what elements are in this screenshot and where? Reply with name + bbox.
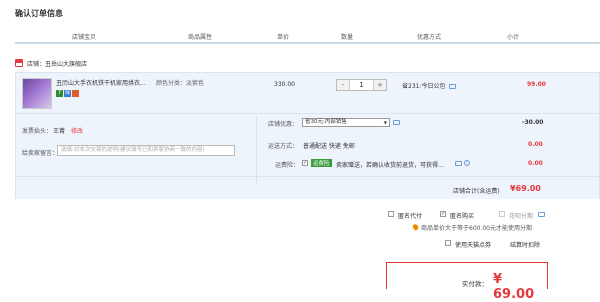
coupon-select[interactable]: 省30元:内部销售 [302, 118, 390, 127]
points-checkbox[interactable] [445, 240, 451, 246]
insurance-info-icon[interactable] [455, 161, 462, 166]
installment-info-icon[interactable] [538, 212, 545, 217]
installment-checkbox[interactable] [499, 211, 505, 217]
attr-label: 颜色分类： [156, 80, 187, 87]
shipping-value: 0.00 [528, 141, 543, 148]
quantity-stepper: - 1 + [336, 79, 387, 91]
col-header: 数量 [341, 34, 354, 41]
col-header: 单价 [277, 34, 290, 41]
seven-day-return-icon: 7 [56, 90, 63, 97]
product-name-link[interactable]: 丑历山大手衣机铁干机家用烘衣... [56, 78, 148, 87]
installment-notice: 商品单价大于等于600.00元才能使用分期 [421, 225, 532, 232]
pay-label: 实付款： [462, 280, 488, 288]
guarantee-icon: 保 [64, 90, 71, 97]
divider [15, 176, 600, 177]
shop-name-link[interactable]: 丑岳山大旗舰店 [45, 59, 87, 68]
qty-input[interactable]: 1 [349, 80, 374, 90]
message-input[interactable]: 选填:对本次交易的说明(建议填写已和卖家协商一致的内容) [57, 145, 235, 156]
anon-pay-checkbox[interactable] [388, 211, 394, 217]
divider [256, 116, 257, 184]
info-icon[interactable] [449, 84, 457, 89]
invoice-edit-link[interactable]: 修改 [71, 126, 83, 135]
pay-amount: ¥ 69.00 [493, 272, 535, 302]
shop-icon [15, 59, 23, 67]
qty-plus-button[interactable]: + [374, 80, 386, 90]
shop-total-value: ¥69.00 [510, 184, 541, 193]
page-title: 确认订单信息 [15, 9, 63, 18]
anonymous-buy-label: 匿名购买 [450, 213, 475, 220]
insurance-tag: 运费险 [311, 159, 332, 167]
table-header: 店铺宝贝 商品属性 单价 数量 优惠方式 小计 [15, 26, 600, 44]
shipping-method: 普通配送 快递 免邮 [303, 143, 355, 150]
anonymous-buy-checkbox[interactable]: ✓ [440, 211, 446, 217]
installment-label: 花呗分期 [509, 213, 534, 220]
invoice-name: 王菁 [53, 128, 66, 135]
insurance-label: 运费险： [275, 162, 300, 169]
attr-value: 淡紫色 [186, 80, 205, 87]
insurance-value: 0.00 [528, 160, 543, 167]
service-icon [72, 90, 79, 97]
promotion-text: 省231:今日公包 [402, 81, 457, 90]
product-thumbnail[interactable] [22, 78, 52, 109]
coupon-label: 店铺优惠： [268, 121, 299, 128]
payment-summary-box: 实付款： ¥ 69.00 [386, 262, 548, 302]
shop-label: 店铺： [27, 60, 46, 68]
invoice-label: 发票抬头： [22, 128, 53, 135]
col-header: 优惠方式 [417, 34, 442, 41]
product-attribute: 颜色分类：淡紫色 [156, 78, 204, 87]
points-label: 使用天猫点券 [455, 242, 492, 249]
insurance-text: 卖家赠送，若确认收货前退货，可获得... [336, 162, 444, 169]
message-label: 给卖家留言： [22, 150, 59, 157]
shop-total-label: 店铺合计(含运费) [453, 188, 500, 195]
unit-price: 330.00 [274, 81, 295, 88]
points-note: 结算时扣除 [510, 242, 541, 249]
shop-row: 店铺： 丑岳山大旗舰店 [15, 56, 87, 70]
location-icon [411, 223, 420, 231]
product-row: 丑历山大手衣机铁干机家用烘衣... 7 保 颜色分类：淡紫色 330.00 - … [15, 72, 600, 114]
shipping-label: 运送方式： [268, 143, 299, 150]
qty-minus-button[interactable]: - [337, 80, 349, 90]
help-icon[interactable]: ? [464, 160, 470, 166]
col-header: 店铺宝贝 [72, 34, 97, 41]
col-header: 小计 [507, 34, 520, 41]
promotion-label: 省231:今日公包 [402, 83, 446, 90]
item-subtotal: 99.00 [527, 81, 546, 88]
coupon-value: -30.00 [522, 119, 544, 126]
col-header: 商品属性 [188, 34, 213, 41]
insurance-checkbox[interactable]: ✓ [302, 160, 308, 166]
anon-pay-label: 匿名代付 [398, 213, 423, 220]
coupon-info-icon[interactable] [393, 120, 400, 125]
